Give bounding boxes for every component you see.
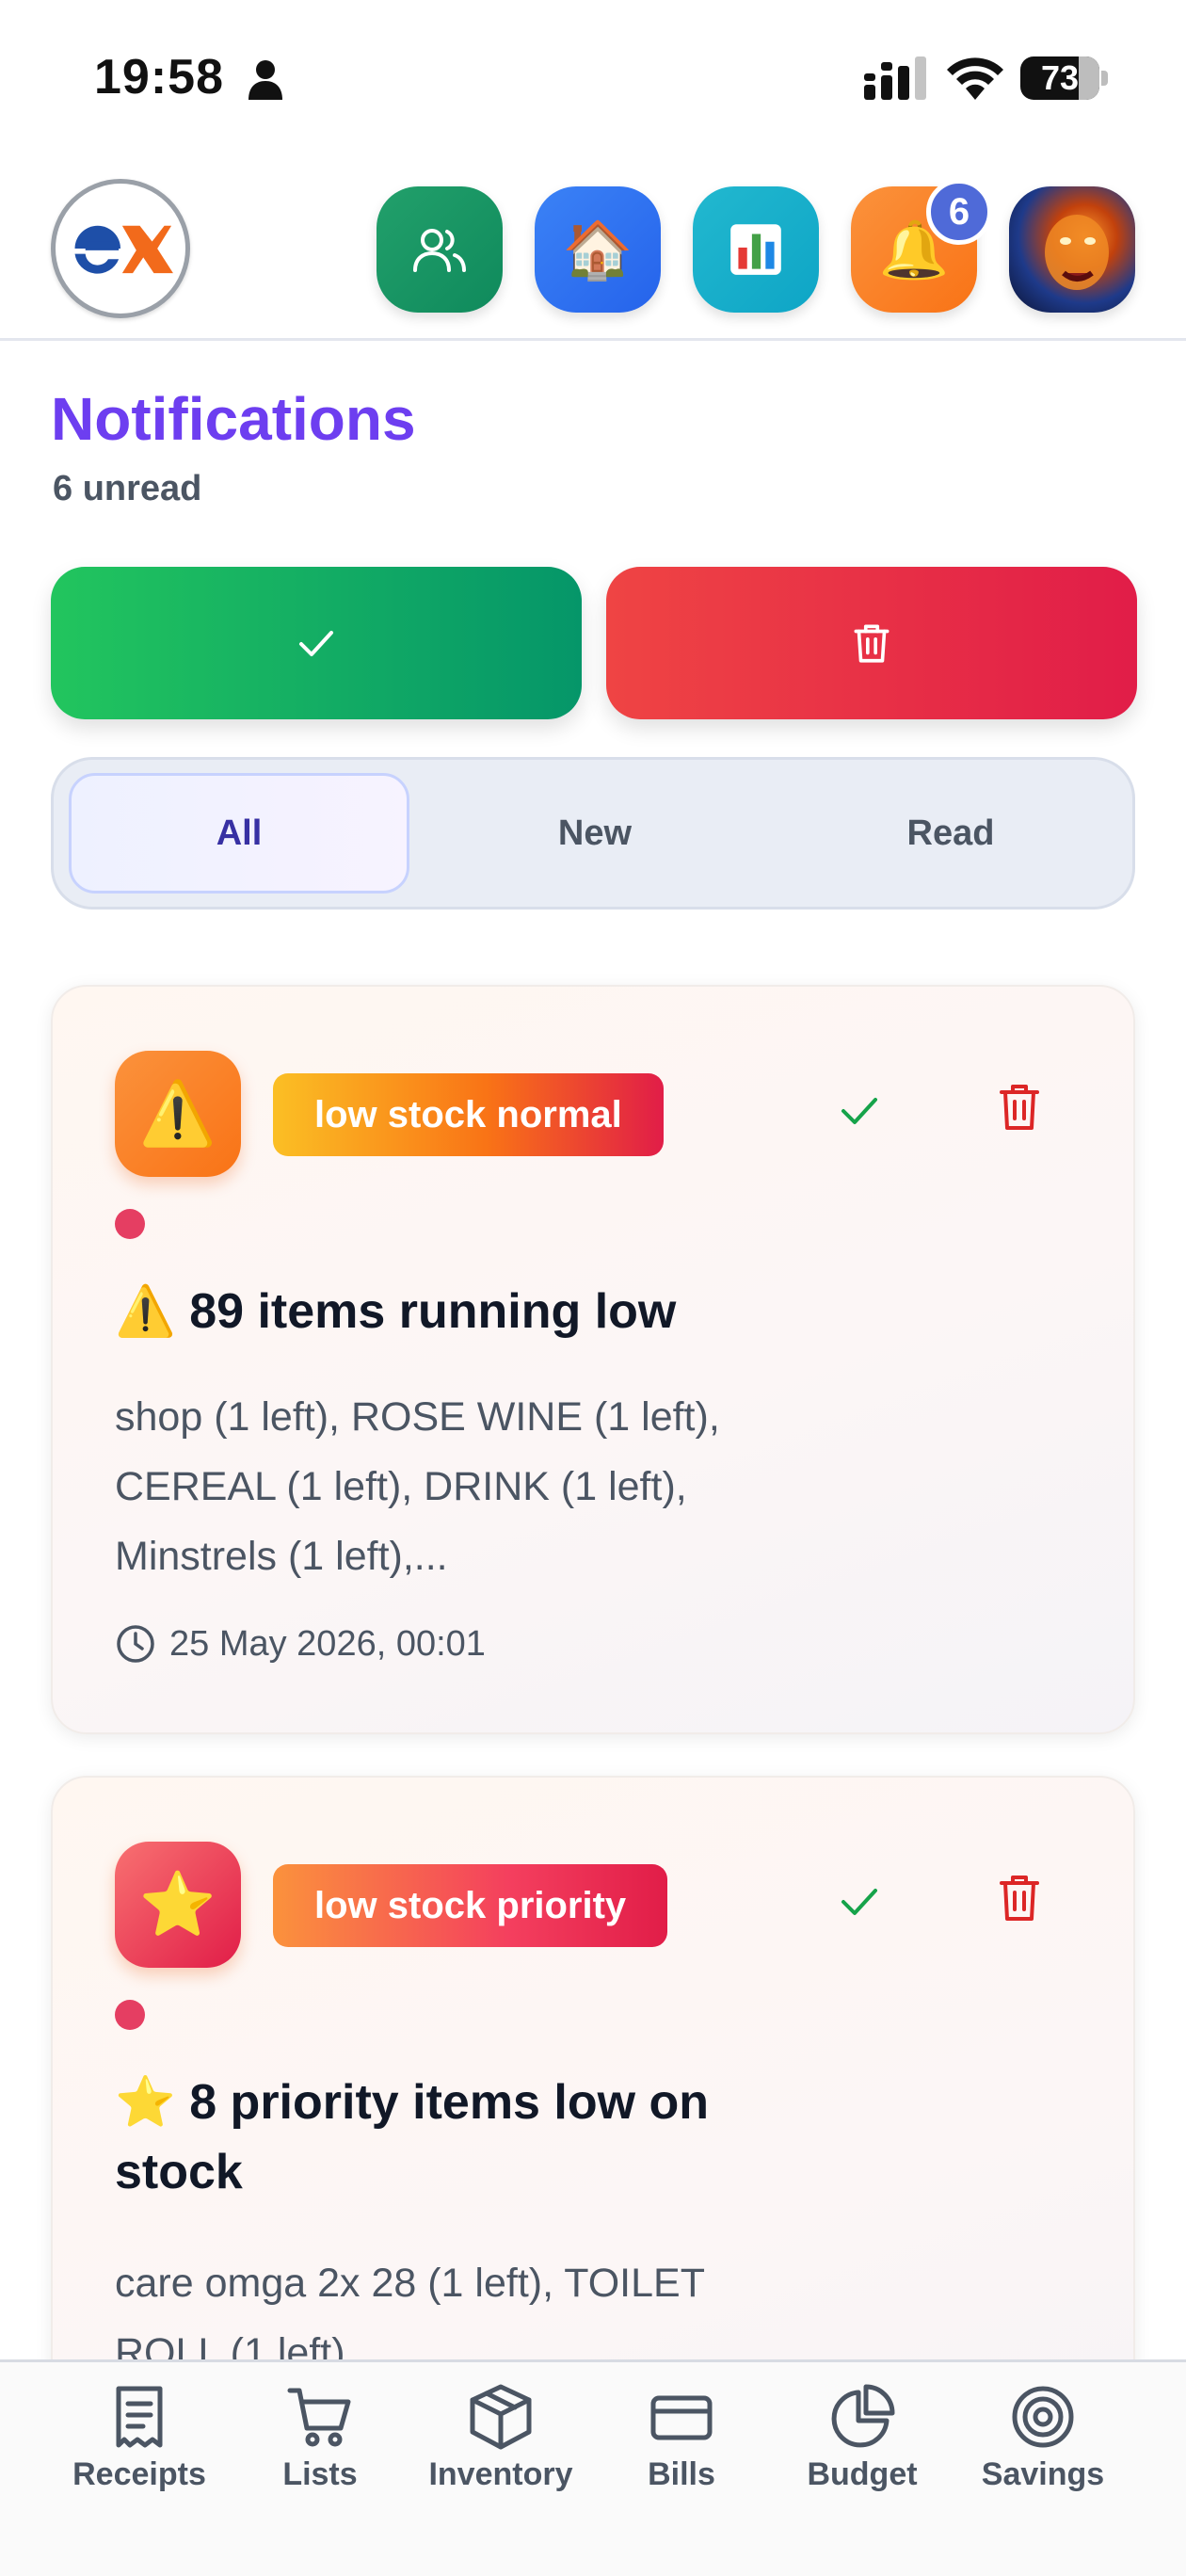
nav-savings[interactable]: Savings: [949, 2383, 1137, 2493]
mark-read-button[interactable]: [826, 1077, 892, 1143]
tab-new[interactable]: New: [425, 773, 765, 894]
pie-chart-icon: [831, 2384, 895, 2448]
bottom-navigation: Receipts Lists Inventory Bills Budget Sa…: [0, 2359, 1186, 2576]
delete-notification-button[interactable]: [986, 1073, 1052, 1139]
receipt-icon: [116, 2386, 163, 2448]
nav-label: Inventory: [428, 2456, 573, 2492]
profile-image: [1045, 215, 1109, 290]
notification-count-badge: 6: [926, 179, 992, 245]
nav-budget[interactable]: Budget: [768, 2383, 956, 2493]
status-time: 19:58: [94, 50, 224, 105]
logo-icon: [74, 225, 173, 274]
nav-label: Receipts: [72, 2456, 206, 2492]
battery-level: 73: [1040, 58, 1080, 97]
timestamp-text: 25 May 2026, 00:01: [169, 1623, 486, 1664]
nav-label: Bills: [648, 2456, 715, 2492]
tab-all[interactable]: All: [69, 773, 409, 894]
notification-title: ⭐ 8 priority items low on stock: [115, 2075, 710, 2199]
nav-bills[interactable]: Bills: [587, 2383, 776, 2493]
box-icon: [470, 2384, 532, 2450]
battery-indicator: 73: [1020, 56, 1109, 100]
users-icon: [413, 229, 466, 272]
unread-indicator: [115, 1209, 145, 1239]
trash-icon: [854, 624, 890, 663]
notification-type-tag: low stock priority: [273, 1864, 668, 1947]
wifi-icon: [947, 57, 1003, 100]
nav-label: Lists: [282, 2456, 358, 2492]
stats-button[interactable]: [693, 186, 819, 313]
app-header: 🏠 🔔 6: [0, 179, 1186, 341]
mark-read-button[interactable]: [826, 1868, 892, 1934]
star-icon: ⭐: [115, 1842, 241, 1968]
card-icon: [650, 2395, 713, 2440]
status-bar: 19:58 73: [0, 0, 1186, 160]
notification-card[interactable]: ⚠️ low stock normal ⚠️ 89 items running …: [51, 985, 1135, 1734]
house-icon: 🏠: [562, 217, 633, 282]
notification-title: ⚠️ 89 items running low: [115, 1284, 677, 1339]
page-title: Notifications: [51, 385, 416, 453]
clock-icon: [117, 1625, 154, 1663]
mark-all-read-button[interactable]: [51, 567, 582, 719]
nav-label: Savings: [981, 2456, 1105, 2492]
users-button[interactable]: [377, 186, 503, 313]
bar-chart-icon: [730, 224, 781, 275]
person-icon: [248, 60, 282, 100]
unread-count: 6 unread: [53, 469, 202, 508]
warning-icon: ⚠️: [115, 1051, 241, 1177]
avatar[interactable]: [1009, 186, 1135, 313]
nav-receipts[interactable]: Receipts: [45, 2383, 233, 2493]
delete-all-button[interactable]: [606, 567, 1137, 719]
nav-inventory[interactable]: Inventory: [407, 2383, 595, 2493]
notification-body: shop (1 left), ROSE WINE (1 left), CEREA…: [115, 1394, 720, 1579]
nav-label: Budget: [807, 2456, 918, 2492]
notification-type-tag: low stock normal: [273, 1073, 664, 1156]
notification-timestamp: 25 May 2026, 00:01: [115, 1623, 486, 1665]
home-button[interactable]: 🏠: [535, 186, 661, 313]
cart-icon: [287, 2388, 351, 2447]
filter-tabs: All New Read: [51, 757, 1135, 910]
app-logo[interactable]: [51, 179, 190, 318]
nav-lists[interactable]: Lists: [226, 2383, 414, 2493]
unread-indicator: [115, 2000, 145, 2030]
check-icon: [299, 631, 333, 656]
target-icon: [1012, 2386, 1074, 2448]
tab-read[interactable]: Read: [780, 773, 1121, 894]
cellular-signal-icon: [864, 56, 926, 100]
delete-notification-button[interactable]: [986, 1864, 1052, 1930]
